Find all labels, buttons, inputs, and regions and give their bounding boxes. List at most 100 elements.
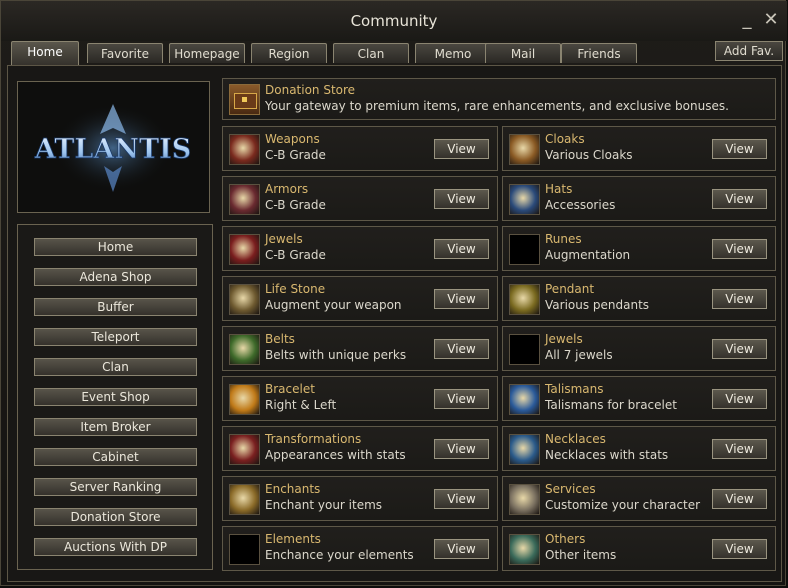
view-button[interactable]: View [712, 189, 767, 209]
armor-icon [229, 184, 260, 215]
category-card: Life Stone Augment your weapon View [222, 276, 498, 321]
menu-adena-shop-button[interactable]: Adena Shop [34, 268, 197, 286]
view-button[interactable]: View [434, 389, 489, 409]
view-button[interactable]: View [712, 339, 767, 359]
category-title: Transformations [265, 432, 362, 446]
others-icon [509, 534, 540, 565]
category-subtitle: Necklaces with stats [545, 448, 669, 462]
category-subtitle: Enchant your items [265, 498, 383, 512]
transformation-book-icon [229, 434, 260, 465]
hat-icon [509, 184, 540, 215]
view-button[interactable]: View [434, 239, 489, 259]
cloak-icon [509, 134, 540, 165]
enchant-scroll-icon [229, 484, 260, 515]
necklace-icon [509, 434, 540, 465]
category-subtitle: Right & Left [265, 398, 337, 412]
tab-region[interactable]: Region [251, 43, 327, 63]
treasure-chest-icon [229, 84, 260, 115]
view-button[interactable]: View [712, 139, 767, 159]
category-subtitle: Appearances with stats [265, 448, 406, 462]
menu-cabinet-button[interactable]: Cabinet [34, 448, 197, 466]
tab-favorite[interactable]: Favorite [87, 43, 163, 63]
talisman-icon [509, 384, 540, 415]
tab-clan[interactable]: Clan [333, 43, 409, 63]
menu-item-broker-button[interactable]: Item Broker [34, 418, 197, 436]
category-card: Pendant Various pendants View [502, 276, 776, 321]
category-title: Jewels [545, 332, 583, 346]
view-button[interactable]: View [712, 539, 767, 559]
empty-slot-icon [509, 334, 540, 365]
category-title: Necklaces [545, 432, 606, 446]
category-subtitle: Enchance your elements [265, 548, 414, 562]
category-card: Weapons C-B Grade View [222, 126, 498, 171]
view-button[interactable]: View [712, 289, 767, 309]
view-button[interactable]: View [434, 289, 489, 309]
category-subtitle: Various Cloaks [545, 148, 633, 162]
tab-memo[interactable]: Memo [415, 43, 491, 63]
menu-event-shop-button[interactable]: Event Shop [34, 388, 197, 406]
view-button[interactable]: View [434, 439, 489, 459]
category-subtitle: Other items [545, 548, 617, 562]
category-card: Belts Belts with unique perks View [222, 326, 498, 371]
view-button[interactable]: View [712, 439, 767, 459]
window-title: Community [350, 12, 438, 30]
category-card: Necklaces Necklaces with stats View [502, 426, 776, 471]
menu-auctions-dp-button[interactable]: Auctions With DP [34, 538, 197, 556]
category-subtitle: Customize your character [545, 498, 701, 512]
donation-store-banner: Donation Store Your gateway to premium i… [222, 78, 776, 120]
banner-subtitle: Your gateway to premium items, rare enha… [265, 99, 729, 113]
category-title: Runes [545, 232, 582, 246]
category-subtitle: C-B Grade [265, 198, 326, 212]
category-card: Jewels C-B Grade View [222, 226, 498, 271]
category-subtitle: Various pendants [545, 298, 650, 312]
view-button[interactable]: View [434, 339, 489, 359]
view-button[interactable]: View [434, 489, 489, 509]
view-button[interactable]: View [712, 489, 767, 509]
view-button[interactable]: View [434, 539, 489, 559]
category-card: Cloaks Various Cloaks View [502, 126, 776, 171]
menu-buffer-button[interactable]: Buffer [34, 298, 197, 316]
menu-donation-store-button[interactable]: Donation Store [34, 508, 197, 526]
atlantis-logo: ATLANTIS [33, 104, 192, 192]
tab-home[interactable]: Home [11, 41, 79, 65]
category-title: Bracelet [265, 382, 315, 396]
title-bar[interactable]: Community _ ✕ [1, 1, 787, 41]
pendant-icon [509, 284, 540, 315]
menu-home-button[interactable]: Home [34, 238, 197, 256]
category-title: Jewels [265, 232, 303, 246]
view-button[interactable]: View [434, 189, 489, 209]
category-title: Armors [265, 182, 309, 196]
category-subtitle: Accessories [545, 198, 616, 212]
category-card: Jewels All 7 jewels View [502, 326, 776, 371]
category-title: Elements [265, 532, 321, 546]
empty-slot-icon [509, 234, 540, 265]
category-card: Runes Augmentation View [502, 226, 776, 271]
belt-icon [229, 334, 260, 365]
close-icon[interactable]: ✕ [761, 9, 781, 31]
view-button[interactable]: View [434, 139, 489, 159]
category-title: Life Stone [265, 282, 326, 296]
menu-clan-button[interactable]: Clan [34, 358, 197, 376]
category-title: Others [545, 532, 586, 546]
category-title: Pendant [545, 282, 595, 296]
menu-server-ranking-button[interactable]: Server Ranking [34, 478, 197, 496]
view-button[interactable]: View [712, 389, 767, 409]
category-title: Belts [265, 332, 295, 346]
category-subtitle: C-B Grade [265, 148, 326, 162]
category-card: Armors C-B Grade View [222, 176, 498, 221]
view-button[interactable]: View [712, 239, 767, 259]
tab-mail[interactable]: Mail [485, 43, 561, 63]
category-title: Enchants [265, 482, 321, 496]
category-card: Bracelet Right & Left View [222, 376, 498, 421]
weapons-icon [229, 134, 260, 165]
minimize-icon[interactable]: _ [737, 9, 757, 31]
empty-slot-icon [229, 534, 260, 565]
tab-friends[interactable]: Friends [561, 43, 637, 63]
category-title: Hats [545, 182, 573, 196]
tab-homepage[interactable]: Homepage [169, 43, 245, 63]
menu-teleport-button[interactable]: Teleport [34, 328, 197, 346]
add-favorite-button[interactable]: Add Fav. [715, 41, 783, 61]
category-card: Hats Accessories View [502, 176, 776, 221]
bracelet-icon [229, 384, 260, 415]
category-subtitle: Talismans for bracelet [545, 398, 677, 412]
